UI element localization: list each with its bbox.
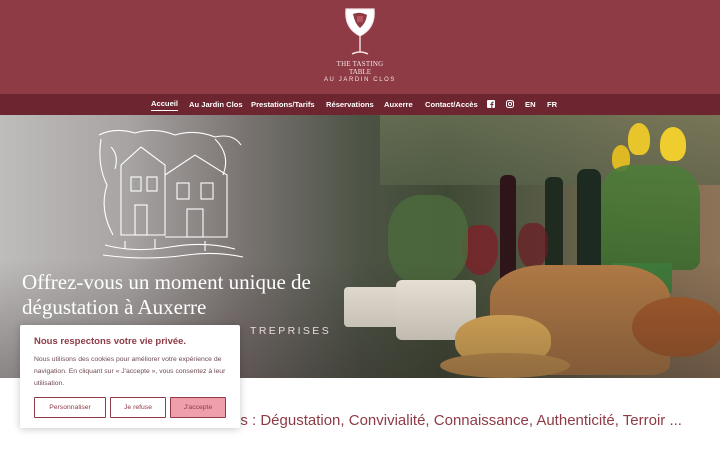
house-sketch-illustration (98, 129, 244, 259)
nav-item-reservations[interactable]: Réservations (326, 94, 374, 115)
hero-subtitle: TREPRISES (250, 325, 332, 337)
nav-item-prestations-tarifs[interactable]: Prestations/Tarifs (251, 94, 315, 115)
site-logo[interactable]: THE TASTING TABLE AU JARDIN CLOS (320, 6, 400, 92)
facebook-icon[interactable] (487, 100, 495, 108)
refuse-button[interactable]: Je refuse (110, 397, 166, 418)
cookie-title: Nous respectons votre vie privée. (34, 336, 187, 347)
wine-glass-logo-icon (345, 8, 375, 55)
nav-item-contact-acces[interactable]: Contact/Accès (425, 94, 478, 115)
accept-button[interactable]: J'accepte (170, 397, 226, 418)
brand-name-line1: THE TASTING (336, 60, 384, 68)
section-title: os : Dégustation, Convivialité, Connaiss… (232, 412, 682, 429)
hero-title: Offrez-vous un moment unique de dégustat… (22, 270, 311, 319)
language-fr[interactable]: FR (547, 94, 557, 115)
site-header: THE TASTING TABLE AU JARDIN CLOS (0, 0, 720, 94)
brand-name-line2: TABLE (349, 68, 371, 76)
nav-item-auxerre[interactable]: Auxerre (384, 94, 413, 115)
nav-item-au-jardin-clos[interactable]: Au Jardin Clos (189, 94, 243, 115)
language-en[interactable]: EN (525, 94, 536, 115)
main-nav: Accueil Au Jardin Clos Prestations/Tarif… (0, 94, 720, 115)
cookie-consent-banner: Nous respectons votre vie privée. Nous u… (20, 325, 240, 428)
brand-name-line3: AU JARDIN CLOS (323, 77, 397, 83)
customize-button[interactable]: Personnaliser (34, 397, 106, 418)
cookie-description: Nous utilisons des cookies pour améliore… (34, 356, 226, 387)
instagram-icon[interactable] (506, 100, 514, 108)
nav-item-accueil[interactable]: Accueil (151, 94, 179, 111)
